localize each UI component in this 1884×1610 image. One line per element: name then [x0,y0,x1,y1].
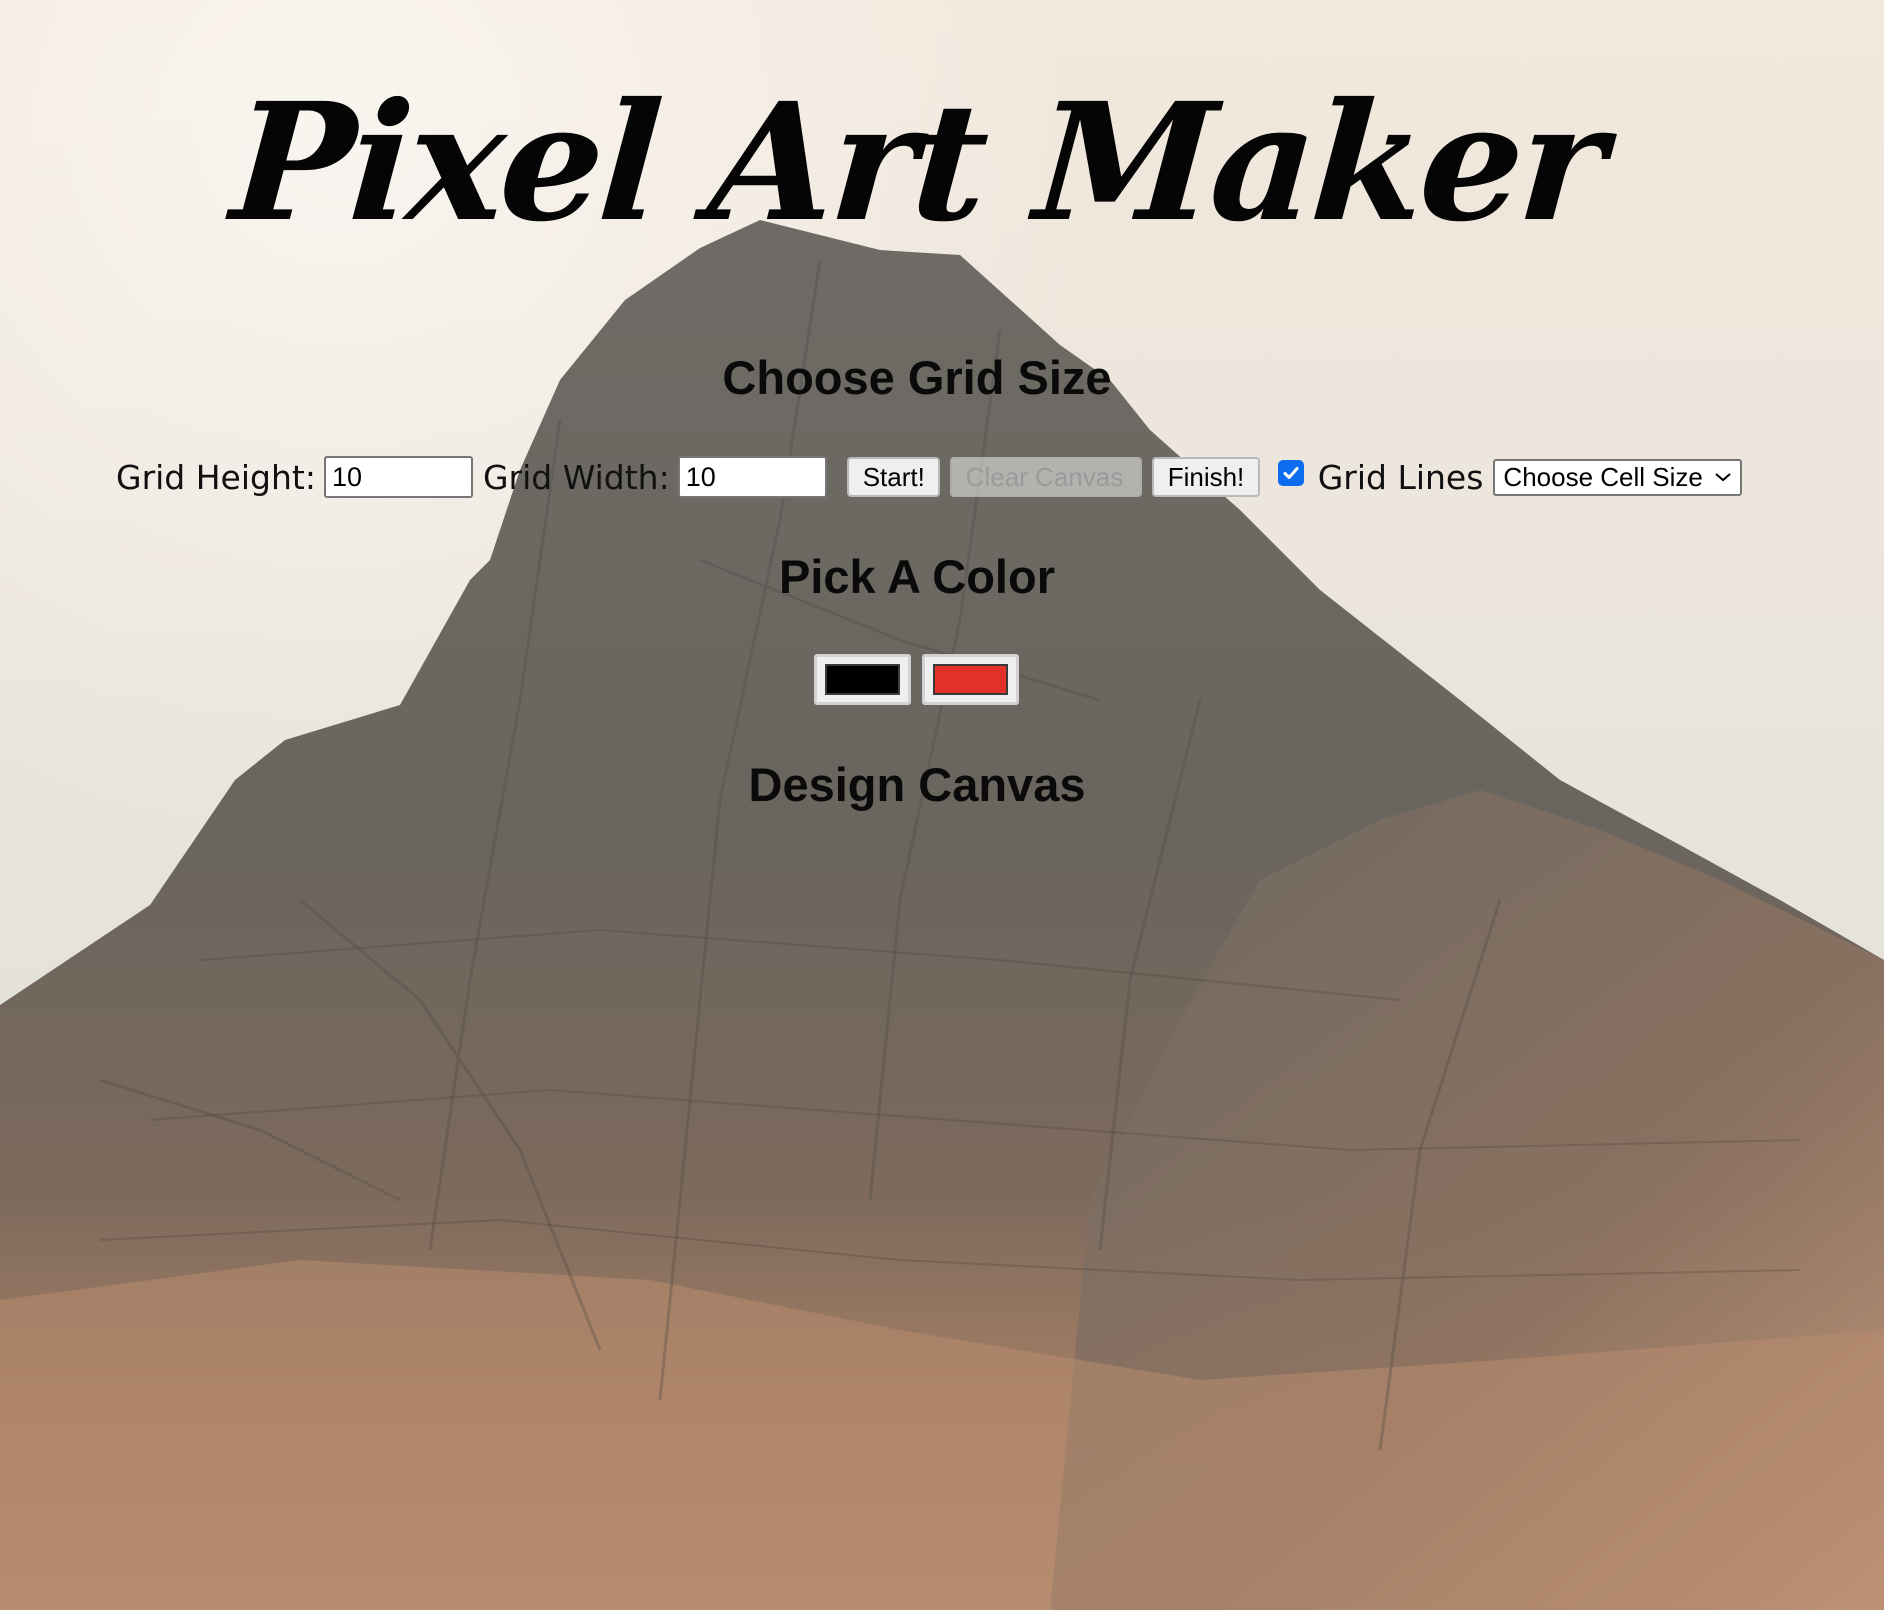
cell-size-select[interactable]: Choose Cell Size [1493,458,1743,496]
grid-lines-label: Grid Lines [1317,457,1484,497]
grid-width-label: Grid Width: [482,457,670,497]
grid-height-label: Grid Height: [116,457,316,497]
design-canvas[interactable] [0,820,1834,830]
cell-size-selected-option: Choose Cell Size [1503,461,1703,492]
design-canvas-heading: Design Canvas [748,758,1086,811]
page-title: Pixel Art Maker [226,68,1608,258]
checkmark-icon [1283,467,1299,479]
grid-width-input[interactable] [677,456,827,498]
clear-canvas-button[interactable]: Clear Canvas [949,457,1142,497]
start-button[interactable]: Start! [846,457,940,497]
finish-button[interactable]: Finish! [1151,457,1260,497]
color-swatch-button[interactable] [814,654,911,705]
pick-color-heading: Pick A Color [779,550,1055,603]
grid-height-input[interactable] [323,456,473,498]
grid-controls: Grid Height: Grid Width: Start! Clear Ca… [116,456,1743,498]
color-swatch [825,664,900,695]
color-swatch [933,664,1008,695]
color-swatch-button[interactable] [922,654,1019,705]
grid-size-heading: Choose Grid Size [722,351,1112,404]
grid-lines-checkbox[interactable] [1277,460,1304,486]
page-content: Pixel Art Maker Choose Grid Size Grid He… [0,0,1884,1610]
chevron-down-icon [1714,470,1732,484]
color-picker-row [814,654,1030,705]
